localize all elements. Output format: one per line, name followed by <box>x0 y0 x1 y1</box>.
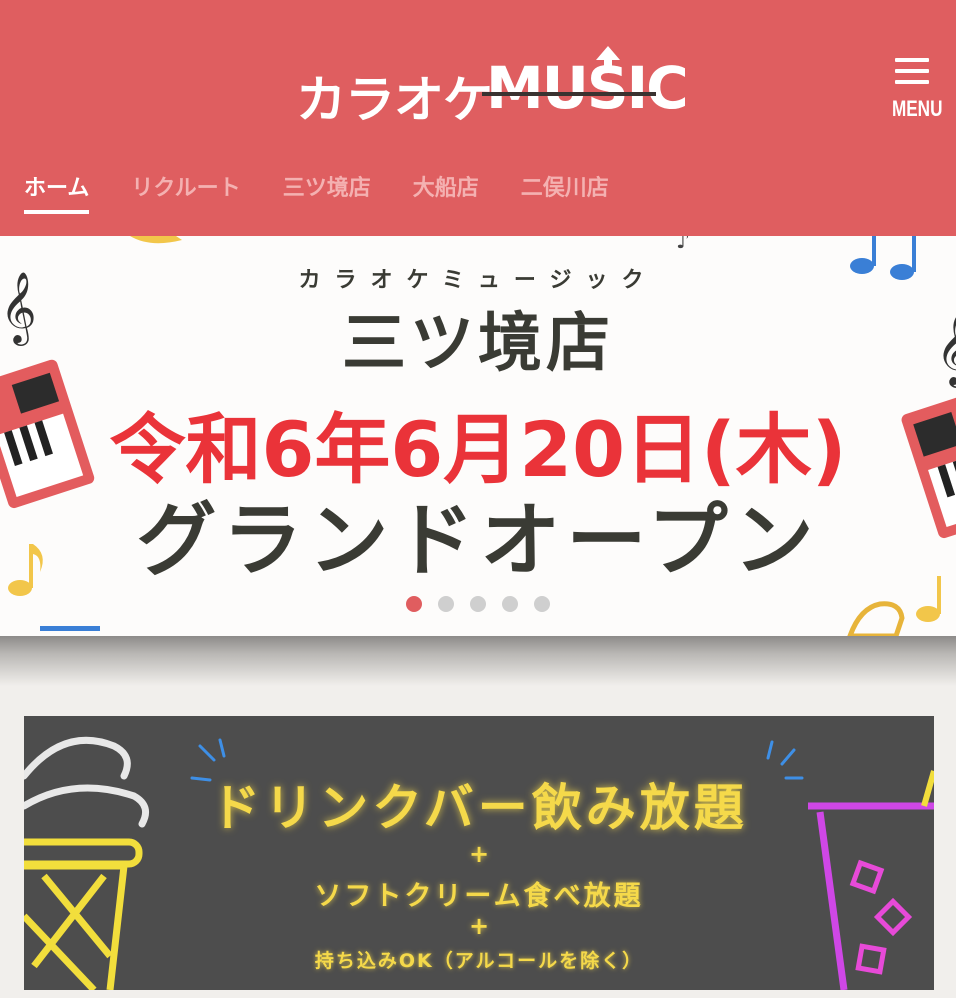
logo-arrow-icon <box>596 46 620 72</box>
site-logo[interactable]: カラオケ MUSIC <box>296 46 689 132</box>
logo-text-en: MUSIC <box>486 54 689 122</box>
site-header: カラオケ MUSIC MENU ホーム リクルート 三ツ境店 大船店 二俣川店 <box>0 0 956 236</box>
nav-item-futamatagawa[interactable]: 二俣川店 <box>521 172 609 214</box>
banner-subtitle: ソフトクリーム食べ放題 <box>314 881 644 912</box>
menu-button[interactable]: MENU <box>886 58 943 122</box>
hero-headline: グランドオープン <box>136 494 820 587</box>
hero-store-name: 三ツ境店 <box>342 307 614 381</box>
menu-label: MENU <box>891 96 943 121</box>
slider-dot-5[interactable] <box>534 596 550 612</box>
svg-text:♪: ♪ <box>676 236 690 254</box>
logo-strike-line <box>482 92 656 96</box>
main-nav: ホーム リクルート 三ツ境店 大船店 二俣川店 <box>24 172 651 222</box>
nav-item-ofuna[interactable]: 大船店 <box>413 172 479 214</box>
slider-dot-1[interactable] <box>406 596 422 612</box>
slider-pagination <box>406 596 550 612</box>
plus-sign-1: + <box>468 840 490 868</box>
nav-item-recruit[interactable]: リクルート <box>131 172 240 214</box>
nav-item-mitsukyo[interactable]: 三ツ境店 <box>283 172 371 214</box>
slider-dot-3[interactable] <box>470 596 486 612</box>
logo-text-jp: カラオケ <box>296 71 493 129</box>
hero-shadow <box>0 636 956 686</box>
slider-dot-2[interactable] <box>438 596 454 612</box>
hero-slider[interactable]: 𝄞 𝄞 ♪ カラオケミュージック 三ツ境店 令和6年6月20日(木) グランドオ… <box>0 236 956 636</box>
drink-bar-banner[interactable]: ドリンクバー飲み放題 + ソフトクリーム食べ放題 + 持ち込みOK（アルコールを… <box>24 716 934 990</box>
hamburger-icon <box>886 58 940 84</box>
slider-dot-4[interactable] <box>502 596 518 612</box>
banner-note: 持ち込みOK（アルコールを除く） <box>314 950 644 972</box>
nav-item-home[interactable]: ホーム <box>24 172 90 214</box>
hero-brand-kana: カラオケミュージック <box>298 268 658 293</box>
banner-title: ドリンクバー飲み放題 <box>210 779 748 837</box>
plus-sign-2: + <box>468 912 490 940</box>
